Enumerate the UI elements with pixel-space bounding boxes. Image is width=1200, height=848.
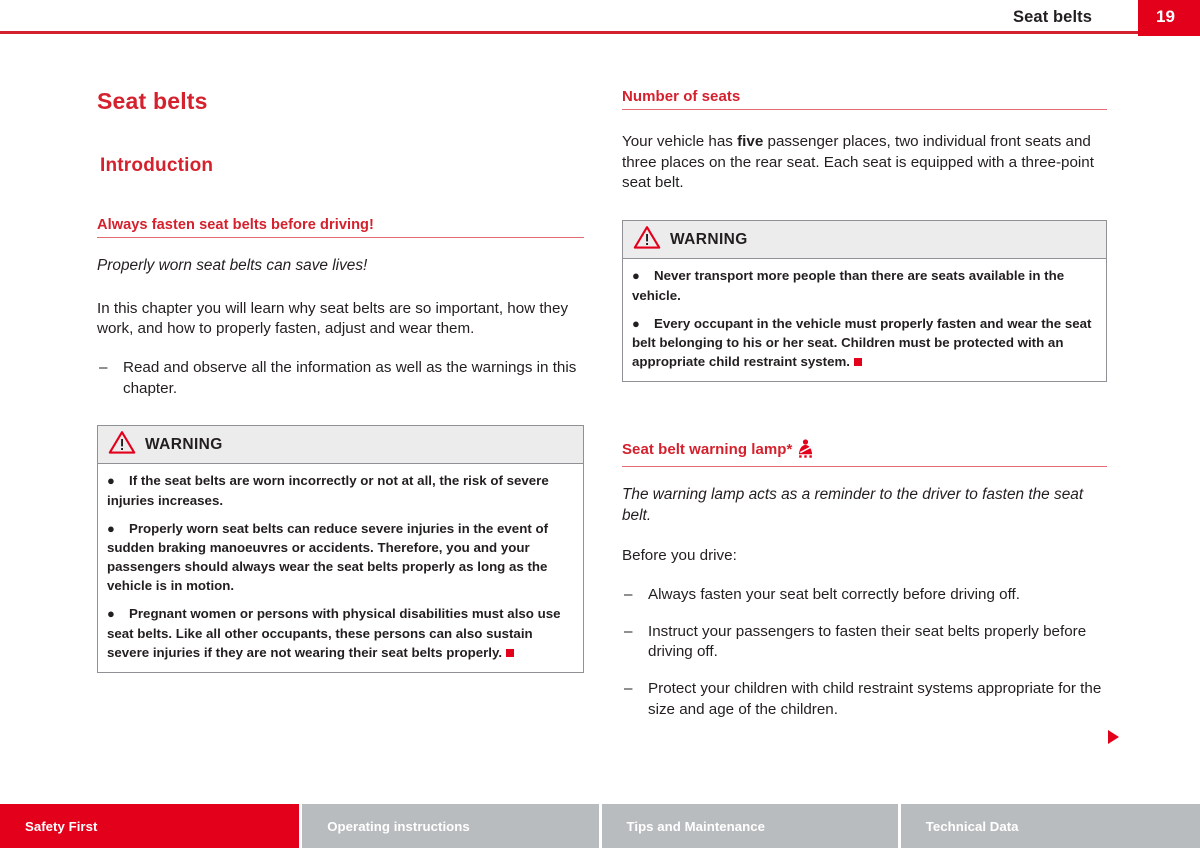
section-title: Introduction	[100, 155, 214, 176]
dash-marker: –	[624, 622, 633, 640]
page-header: Seat belts 19	[0, 0, 1200, 36]
footer-tab-technical-data[interactable]: Technical Data	[900, 804, 1200, 848]
warning-box-body: ● If the seat belts are worn incorrectly …	[98, 464, 583, 672]
subsection-heading-seat-belt-warning-lamp: Seat belt warning lamp*	[622, 439, 1107, 468]
warning-item: ● Pregnant women or persons with physical…	[107, 604, 574, 662]
footer-tab-label: Technical Data	[925, 819, 1019, 834]
warning-item: ● Every occupant in the vehicle must prop…	[632, 314, 1097, 372]
bullet-icon: ●	[107, 520, 115, 536]
page-number-box: 19	[1138, 0, 1200, 36]
end-of-section-marker	[854, 358, 862, 367]
warning-item-text: If the seat belts are worn incorrectly o…	[107, 473, 549, 508]
right-dash-list: – Always fasten your seat belt correctly…	[622, 585, 1107, 720]
warning-box-header: WARNING	[98, 426, 583, 465]
list-item: – Read and observe all the information a…	[97, 358, 584, 399]
left-column: Seat belts Introduction Always fasten se…	[97, 88, 584, 674]
warning-box-left: WARNING ● If the seat belts are worn inco…	[97, 425, 584, 674]
footer-tab-tips-and-maintenance[interactable]: Tips and Maintenance	[601, 804, 898, 848]
footer-tab-label: Tips and Maintenance	[626, 819, 766, 834]
list-item: – Instruct your passengers to fasten the…	[622, 622, 1107, 663]
seat-belt-warning-lamp-icon	[797, 439, 814, 462]
footer-tab-safety-first[interactable]: Safety First	[0, 804, 300, 848]
left-dash-list: – Read and observe all the information a…	[97, 358, 584, 399]
list-item: – Always fasten your seat belt correctly…	[622, 585, 1107, 606]
bullet-icon: ●	[632, 268, 640, 284]
bullet-icon: ●	[107, 606, 115, 622]
lamp-head-text: Seat belt warning lamp*	[622, 441, 793, 459]
list-item: – Protect your children with child restr…	[622, 679, 1107, 720]
warning-item-text: Never transport more people than there a…	[632, 268, 1065, 303]
right-column: Number of seats Your vehicle has five pa…	[622, 88, 1107, 720]
warning-item-text: Pregnant women or persons with physical …	[107, 606, 561, 661]
warning-box-header: WARNING	[623, 221, 1106, 260]
list-item-text: Read and observe all the information as …	[123, 358, 577, 397]
warning-triangle-icon	[108, 430, 136, 460]
list-item-text: Instruct your passengers to fasten their…	[648, 622, 1087, 661]
left-lead-text: Properly worn seat belts can save lives!	[97, 257, 368, 274]
bullet-icon: ●	[632, 315, 640, 331]
right-body-pre: Your vehicle has	[622, 133, 738, 150]
footer-tab-label: Safety First	[25, 819, 98, 834]
warning-item: ● Never transport more people than there …	[632, 266, 1097, 305]
warning-item: ● If the seat belts are worn incorrectly …	[107, 471, 574, 510]
page-title: Seat belts	[97, 88, 208, 114]
dash-marker: –	[624, 586, 633, 604]
bullet-icon: ●	[107, 473, 115, 489]
page-number: 19	[1156, 7, 1175, 26]
warning-item: ● Properly worn seat belts can reduce sev…	[107, 519, 574, 596]
header-title: Seat belts	[1013, 8, 1092, 26]
warning-box-right: WARNING ● Never transport more people tha…	[622, 220, 1107, 383]
list-item-text: Always fasten your seat belt correctly b…	[648, 586, 1020, 604]
end-of-section-marker	[506, 649, 515, 658]
warning-item-text: Properly worn seat belts can reduce seve…	[107, 520, 549, 594]
subsection-heading-always-fasten: Always fasten seat belts before driving!	[97, 217, 584, 238]
lamp-body-text: Before you drive:	[622, 547, 737, 565]
right-body-bold: five	[737, 133, 764, 150]
subsection-heading-number-of-seats: Number of seats	[622, 88, 1107, 110]
warning-triangle-icon	[633, 225, 661, 255]
continue-arrow-icon	[1108, 730, 1119, 744]
right-body-text: Your vehicle has five passenger places, …	[622, 132, 1107, 194]
left-body-text: In this chapter you will learn why seat …	[97, 299, 569, 338]
footer-tab-operating-instructions[interactable]: Operating instructions	[302, 804, 599, 848]
warning-label: WARNING	[670, 230, 748, 248]
footer-tab-label: Operating instructions	[327, 819, 470, 834]
header-rule	[0, 31, 1138, 34]
warning-box-body: ● Never transport more people than there …	[623, 259, 1106, 381]
footer-nav: Safety First Operating instructions Tips…	[0, 804, 1200, 848]
dash-marker: –	[624, 680, 633, 698]
dash-marker: –	[99, 358, 108, 376]
list-item-text: Protect your children with child restrai…	[648, 680, 1102, 718]
warning-label: WARNING	[145, 435, 223, 453]
lamp-lead-text: The warning lamp acts as a reminder to t…	[622, 486, 1084, 524]
